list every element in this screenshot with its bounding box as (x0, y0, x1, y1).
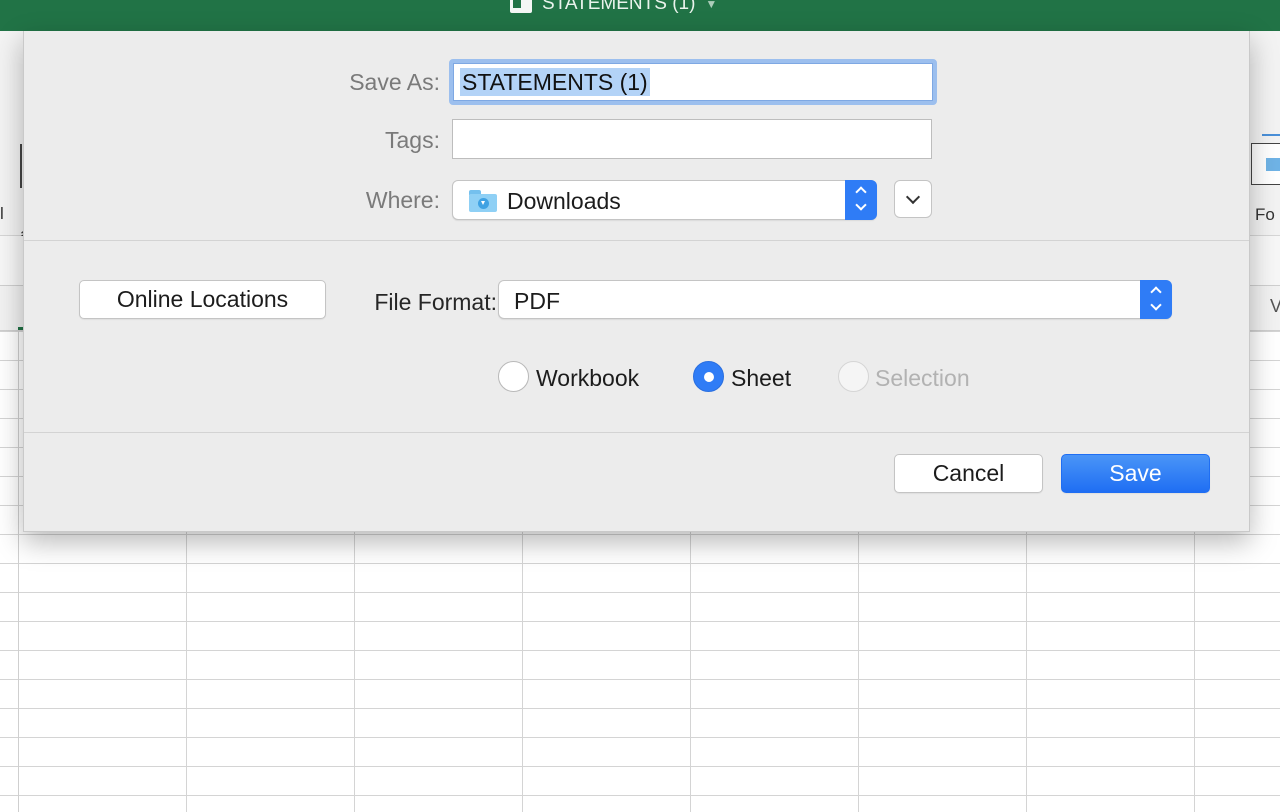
chevron-down-icon (905, 189, 921, 205)
excel-title-bar: STATEMENTS (1) ▼ (0, 0, 1280, 31)
file-format-popup[interactable]: PDF (498, 280, 1172, 319)
column-letter[interactable]: V (1270, 296, 1280, 317)
sheet-radio[interactable] (693, 361, 724, 392)
workbook-radio-label[interactable]: Workbook (536, 365, 639, 392)
file-format-label: File Format: (374, 289, 497, 315)
ribbon-left-tool-icon[interactable] (20, 144, 22, 188)
tags-label: Tags: (385, 127, 440, 153)
where-stepper-icon[interactable] (845, 180, 877, 220)
save-button[interactable]: Save (1061, 454, 1210, 493)
save-as-value[interactable]: STATEMENTS (1) (460, 68, 650, 96)
save-dialog: Save As: STATEMENTS (1) Tags: Where: Dow… (23, 31, 1250, 532)
tags-field[interactable] (452, 119, 932, 159)
where-value: Downloads (507, 188, 621, 214)
title-chevron-icon[interactable]: ▼ (705, 0, 717, 11)
window-title: STATEMENTS (1) (542, 0, 696, 14)
file-format-stepper-icon[interactable] (1140, 280, 1172, 319)
ribbon-left-label: l (0, 204, 4, 223)
sheet-radio-label[interactable]: Sheet (731, 365, 791, 392)
expand-dialog-button[interactable] (894, 180, 932, 218)
bottom-separator (24, 432, 1249, 433)
window-title-group: STATEMENTS (1) ▼ (510, 0, 717, 14)
selection-radio (838, 361, 869, 392)
selection-radio-label: Selection (875, 365, 970, 391)
save-as-label: Save As: (349, 69, 440, 95)
file-format-value: PDF (514, 288, 560, 314)
online-locations-button[interactable]: Online Locations (79, 280, 326, 319)
row-header-divider (18, 331, 19, 812)
ribbon-accent-line (1262, 134, 1280, 136)
cancel-button[interactable]: Cancel (894, 454, 1043, 493)
format-as-table-icon[interactable] (1251, 143, 1280, 185)
where-label: Where: (365, 187, 440, 213)
top-separator (24, 240, 1249, 241)
where-popup[interactable]: Downloads (452, 180, 877, 220)
downloads-folder-icon (469, 190, 497, 212)
save-as-field[interactable]: STATEMENTS (1) (449, 59, 937, 105)
ribbon-right-label: Fo (1255, 205, 1275, 224)
excel-file-icon (510, 0, 532, 13)
workbook-radio[interactable] (498, 361, 529, 392)
